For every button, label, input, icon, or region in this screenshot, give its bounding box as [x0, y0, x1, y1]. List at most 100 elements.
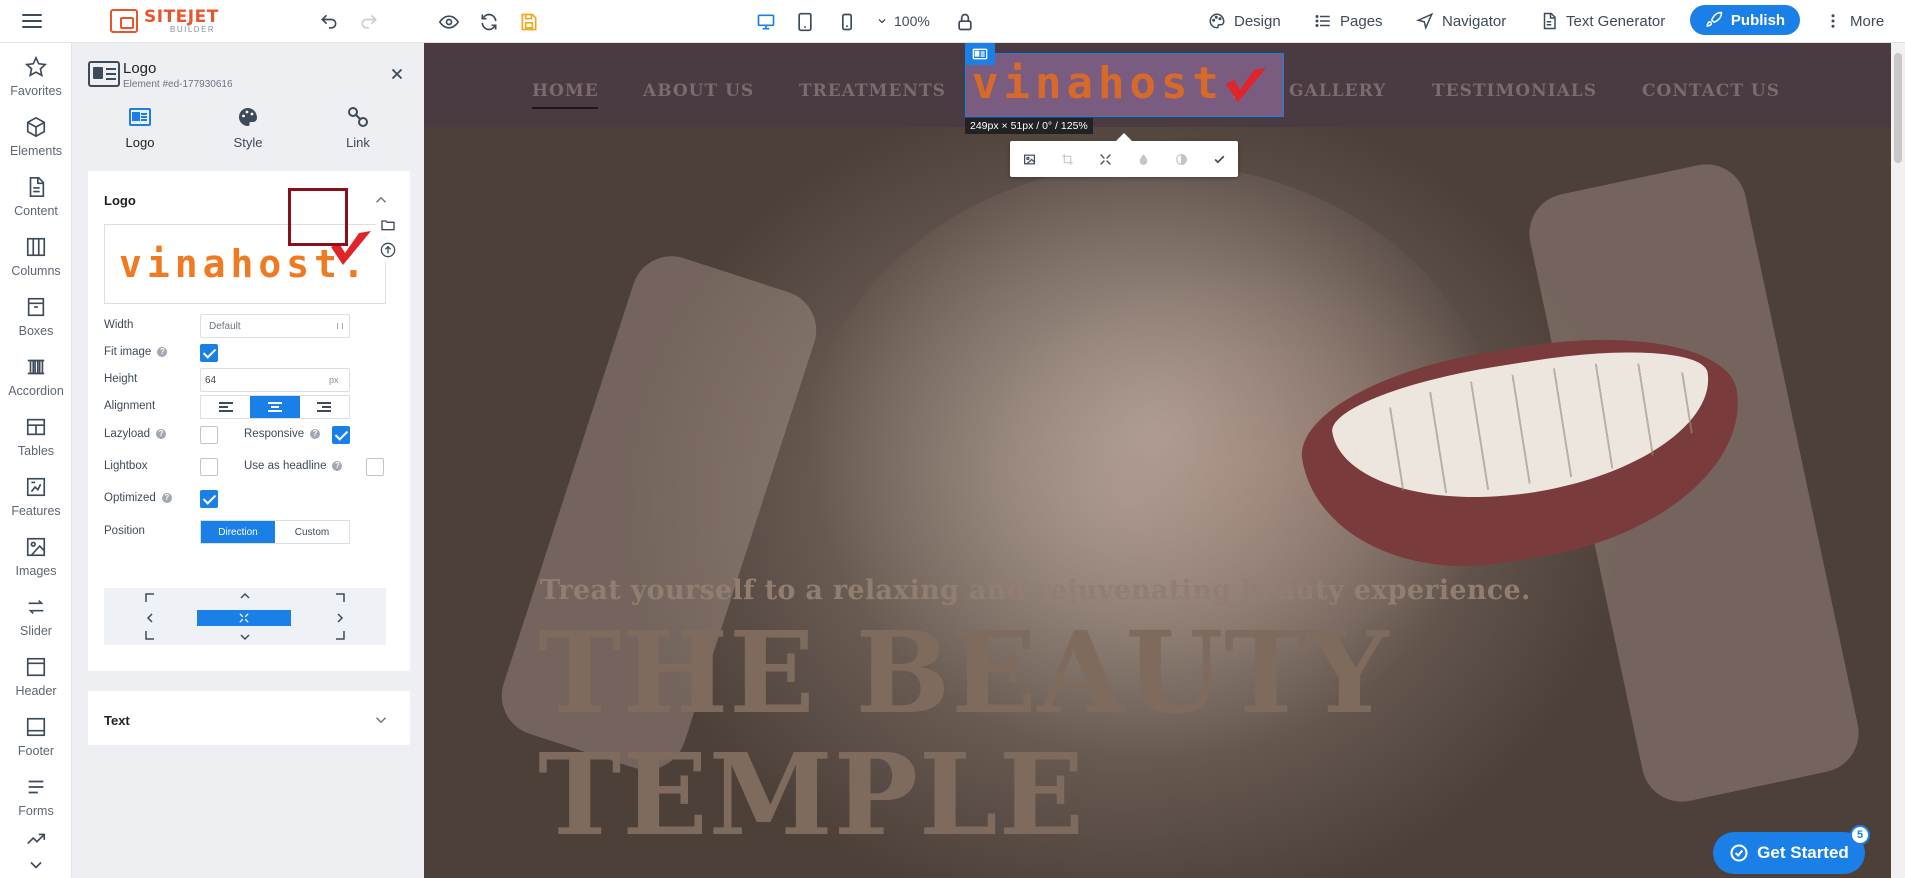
position-custom-option[interactable]: Custom: [275, 521, 349, 543]
rail-item-elements[interactable]: Elements: [0, 109, 72, 165]
rail-item-header[interactable]: Header: [0, 649, 72, 705]
corner-bottom-left-icon[interactable]: [142, 627, 158, 643]
nav-home[interactable]: HOME: [532, 81, 599, 101]
chevron-up-icon[interactable]: [372, 191, 390, 209]
dimension-tooltip: 249px × 51px / 0° / 125%: [965, 118, 1093, 134]
more-menu[interactable]: More: [1824, 8, 1884, 34]
alignment-control: [200, 395, 350, 419]
droplet-icon[interactable]: [1132, 148, 1154, 170]
rail-item-columns[interactable]: Columns: [0, 229, 72, 285]
save-icon[interactable]: [516, 9, 542, 35]
corner-top-right-icon[interactable]: [332, 590, 348, 606]
fit-image-row: Fit image?: [104, 341, 396, 365]
rail-item-favorites[interactable]: Favorites: [0, 49, 72, 105]
redo-icon[interactable]: [356, 9, 382, 35]
refresh-icon[interactable]: [476, 9, 502, 35]
crop-icon[interactable]: [1056, 148, 1078, 170]
design-menu[interactable]: Design: [1208, 8, 1281, 34]
nav-gallery[interactable]: GALLERY: [1289, 81, 1386, 101]
align-right-icon[interactable]: [300, 396, 349, 418]
header-icon: [26, 657, 46, 677]
tablet-view-icon[interactable]: [792, 9, 818, 35]
rail-item-slider[interactable]: Slider: [0, 589, 72, 645]
chevron-down-icon[interactable]: [372, 711, 390, 729]
element-type-badge[interactable]: [965, 43, 995, 65]
help-icon[interactable]: ?: [161, 493, 172, 503]
help-icon[interactable]: ?: [332, 461, 343, 471]
rail-item-forms[interactable]: Forms: [0, 769, 72, 825]
publish-button[interactable]: Publish: [1690, 5, 1800, 35]
navigator-menu[interactable]: Navigator: [1416, 8, 1506, 34]
close-icon[interactable]: [388, 65, 406, 83]
nav-contact-us[interactable]: CONTACT US: [1642, 81, 1780, 101]
rail-item-footer[interactable]: Footer: [0, 709, 72, 765]
rail-item-content[interactable]: Content: [0, 169, 72, 225]
get-started-button[interactable]: Get Started: [1713, 832, 1865, 874]
rail-item-tables[interactable]: Tables: [0, 409, 72, 465]
nav-about-us[interactable]: ABOUT US: [643, 81, 754, 101]
undo-icon[interactable]: [316, 9, 342, 35]
align-left-icon[interactable]: [201, 396, 250, 418]
website-canvas[interactable]: HOME ABOUT US TREATMENTS GALLERY TESTIMO…: [424, 43, 1891, 878]
align-center-icon[interactable]: [250, 396, 300, 418]
text-settings-card[interactable]: Text: [88, 691, 410, 745]
height-input[interactable]: [200, 368, 350, 392]
help-icon[interactable]: ?: [310, 429, 321, 439]
preview-eye-icon[interactable]: [436, 9, 462, 35]
desktop-view-icon[interactable]: [753, 9, 779, 35]
use-as-headline-checkbox[interactable]: [366, 458, 384, 476]
tab-logo[interactable]: Logo: [90, 105, 190, 167]
arrow-left-icon[interactable]: [142, 610, 158, 626]
alignment-row: Alignment: [104, 395, 396, 419]
lazyload-checkbox[interactable]: [200, 426, 218, 444]
text-generator-menu[interactable]: Text Generator: [1540, 8, 1665, 34]
expand-icon[interactable]: [1094, 148, 1116, 170]
text-generator-label: Text Generator: [1566, 12, 1666, 30]
hero-tagline[interactable]: Treat yourself to a relaxing and rejuven…: [540, 575, 1531, 606]
lightbox-checkbox[interactable]: [200, 458, 218, 476]
rail-scroll-down-icon[interactable]: [0, 855, 72, 875]
rail-item-boxes[interactable]: Boxes: [0, 289, 72, 345]
rail-item-images[interactable]: Images: [0, 529, 72, 585]
rail-item-trend[interactable]: [0, 823, 72, 855]
tab-link[interactable]: Link: [308, 105, 408, 167]
tab-style[interactable]: Style: [198, 105, 298, 167]
optimized-checkbox[interactable]: [200, 490, 218, 508]
position-mode-toggle: Direction Custom: [200, 520, 350, 544]
folder-icon[interactable]: [376, 213, 400, 237]
rocket-icon: [1706, 11, 1723, 27]
zoom-select[interactable]: 100%: [876, 8, 930, 34]
nav-testimonials[interactable]: TESTIMONIALS: [1432, 81, 1597, 101]
corner-bottom-right-icon[interactable]: [332, 627, 348, 643]
image-icon[interactable]: [1018, 148, 1040, 170]
fit-image-checkbox[interactable]: [200, 344, 218, 362]
nav-treatments[interactable]: TREATMENTS: [799, 81, 946, 101]
position-direction-option[interactable]: Direction: [201, 521, 275, 543]
lock-icon[interactable]: [952, 9, 978, 35]
logo-image-preview[interactable]: vinahost.: [104, 224, 386, 304]
menu-icon[interactable]: [22, 9, 46, 33]
rail-item-accordion[interactable]: Accordion: [0, 349, 72, 405]
confirm-check-icon[interactable]: [1208, 148, 1230, 170]
upload-icon[interactable]: [376, 238, 400, 262]
corner-top-left-icon[interactable]: [142, 590, 158, 606]
pages-menu[interactable]: Pages: [1314, 8, 1383, 34]
arrow-up-icon[interactable]: [237, 588, 253, 604]
width-select[interactable]: Default: [200, 314, 350, 338]
scrollbar-thumb[interactable]: [1894, 53, 1902, 163]
responsive-checkbox[interactable]: [332, 426, 350, 444]
canvas-scrollbar[interactable]: [1891, 43, 1905, 878]
help-icon[interactable]: ?: [156, 429, 167, 439]
document-icon: [1543, 12, 1556, 30]
help-icon[interactable]: ?: [157, 347, 168, 357]
hero-headline[interactable]: THE BEAUTY TEMPLE: [538, 613, 1389, 857]
contrast-icon[interactable]: [1170, 148, 1192, 170]
selected-logo-element[interactable]: vinahost.: [965, 53, 1284, 117]
position-center-button[interactable]: [197, 610, 291, 626]
sitejet-logo[interactable]: SITEJET BUILDER: [110, 4, 219, 38]
rail-item-features[interactable]: Features: [0, 469, 72, 525]
arrow-down-icon[interactable]: [237, 629, 253, 645]
mobile-view-icon[interactable]: [834, 9, 860, 35]
panel-tabs: Logo Style Link: [72, 105, 424, 167]
arrow-right-icon[interactable]: [332, 610, 348, 626]
